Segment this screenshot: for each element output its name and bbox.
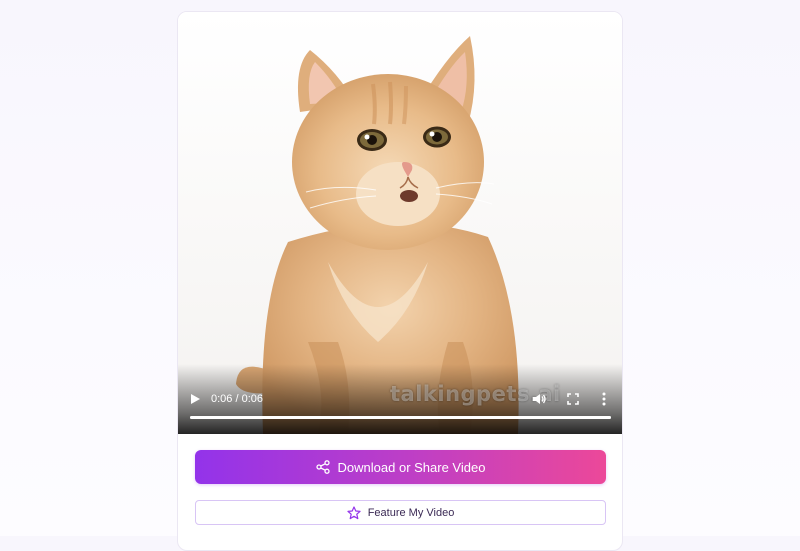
progress-bar[interactable] [190, 416, 611, 419]
video-player[interactable]: talkingpets.ai 0:06 / 0:06 [178, 12, 622, 434]
star-icon [347, 505, 361, 519]
share-icon [315, 460, 330, 474]
play-icon [191, 394, 200, 404]
fullscreen-icon [567, 393, 579, 405]
feature-my-video-label: Feature My Video [367, 506, 455, 519]
volume-button[interactable] [530, 390, 548, 408]
video-result-card: talkingpets.ai 0:06 / 0:06 Download or S… [177, 11, 623, 551]
feature-my-video-button[interactable]: Feature My Video [195, 500, 606, 525]
download-share-button[interactable]: Download or Share Video [195, 450, 606, 484]
more-vertical-icon [602, 392, 606, 406]
progress-bar-fill [190, 416, 611, 419]
fullscreen-button[interactable] [564, 390, 582, 408]
play-button[interactable] [186, 390, 204, 408]
volume-icon [533, 394, 546, 404]
download-share-label: Download or Share Video [337, 459, 486, 475]
time-display: 0:06 / 0:06 [211, 393, 263, 405]
more-options-button[interactable] [597, 390, 611, 408]
